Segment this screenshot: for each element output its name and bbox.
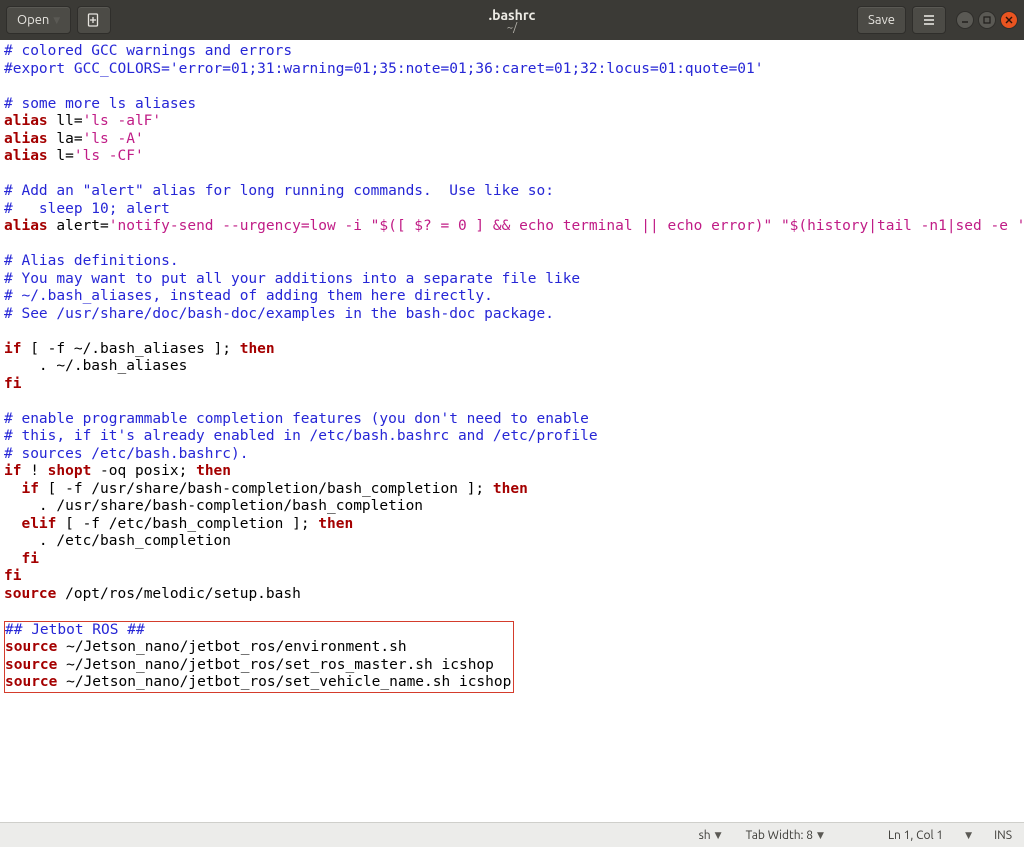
chevron-down-icon: ▼ <box>53 15 60 26</box>
open-button[interactable]: Open ▼ <box>6 6 71 34</box>
code-line: # this, if it's already enabled in /etc/… <box>4 428 598 444</box>
code-text: [ -f /usr/share/bash-completion/bash_com… <box>39 481 493 497</box>
status-bar: sh ▼ Tab Width: 8 ▼ Ln 1, Col 1 ▼ INS <box>0 822 1024 847</box>
chevron-down-icon: ▼ <box>715 830 722 841</box>
close-icon <box>1004 15 1014 25</box>
code-kw: source <box>5 639 57 655</box>
code-text: /opt/ros/melodic/setup.bash <box>56 586 300 602</box>
status-tabwidth[interactable]: Tab Width: 8 ▼ <box>736 829 834 842</box>
code-kw: shopt <box>48 463 92 479</box>
code-line: ## Jetbot ROS ## <box>5 622 145 638</box>
code-text: alert= <box>48 218 109 234</box>
code-line: # colored GCC warnings and errors <box>4 43 292 59</box>
code-indent <box>4 551 21 567</box>
minimize-icon <box>960 15 970 25</box>
code-text: ~/Jetson_nano/jetbot_ros/environment.sh <box>57 639 406 655</box>
save-button[interactable]: Save <box>857 6 906 34</box>
status-position-label: Ln 1, Col 1 <box>888 829 943 842</box>
code-kw: then <box>493 481 528 497</box>
new-tab-button[interactable] <box>77 6 111 34</box>
code-text: [ -f /etc/bash_completion ]; <box>56 516 318 532</box>
code-text: l= <box>48 148 74 164</box>
code-line: # See /usr/share/doc/bash-doc/examples i… <box>4 306 554 322</box>
code-kw: if <box>4 463 21 479</box>
code-line: 'error=01;31:warning=01;35:note=01;36:ca… <box>170 61 764 77</box>
code-kw: fi <box>4 376 21 392</box>
code-text: . ~/.bash_aliases <box>4 358 187 374</box>
code-str: 'ls -CF' <box>74 148 144 164</box>
code-kw: alias <box>4 148 48 164</box>
status-insert-label: INS <box>994 829 1012 842</box>
status-tabwidth-label: Tab Width: 8 <box>746 829 813 842</box>
code-text: ~/Jetson_nano/jetbot_ros/set_vehicle_nam… <box>57 674 511 690</box>
code-text: ll= <box>48 113 83 129</box>
code-kw: then <box>196 463 231 479</box>
window-close-button[interactable] <box>1000 11 1018 29</box>
code-indent <box>4 481 21 497</box>
code-line: #export GCC_COLORS= <box>4 61 170 77</box>
status-cursor-position[interactable]: Ln 1, Col 1 <box>878 829 953 842</box>
chevron-down-icon: ▼ <box>817 830 824 841</box>
window-minimize-button[interactable] <box>956 11 974 29</box>
code-kw: source <box>5 674 57 690</box>
editor-area[interactable]: # colored GCC warnings and errors #expor… <box>0 40 1024 820</box>
code-indent <box>4 516 21 532</box>
code-line: # some more ls aliases <box>4 96 196 112</box>
title-bar: Open ▼ .bashrc ~/ Save <box>0 0 1024 40</box>
code-text: -oq posix; <box>91 463 196 479</box>
code-line: # enable programmable completion feature… <box>4 411 589 427</box>
status-language[interactable]: sh ▼ <box>689 829 732 842</box>
code-str: 'ls -alF' <box>83 113 162 129</box>
status-language-label: sh <box>699 829 711 842</box>
code-kw: alias <box>4 113 48 129</box>
code-line: # ~/.bash_aliases, instead of adding the… <box>4 288 493 304</box>
code-kw: source <box>5 657 57 673</box>
code-str: 'ls -A' <box>83 131 144 147</box>
code-text: [ -f ~/.bash_aliases ]; <box>21 341 239 357</box>
code-line: # Add an "alert" alias for long running … <box>4 183 554 199</box>
code-kw: fi <box>21 551 38 567</box>
code-kw: then <box>240 341 275 357</box>
window-controls <box>956 11 1018 29</box>
code-text: . /usr/share/bash-completion/bash_comple… <box>4 498 423 514</box>
code-text: . /etc/bash_completion <box>4 533 231 549</box>
chevron-down-icon[interactable]: ▼ <box>957 830 980 841</box>
code-text: la= <box>48 131 83 147</box>
code-text: ~/Jetson_nano/jetbot_ros/set_ros_master.… <box>57 657 494 673</box>
open-button-label: Open <box>17 13 49 27</box>
code-kw: alias <box>4 131 48 147</box>
status-insert-mode[interactable]: INS <box>984 829 1016 842</box>
code-kw: if <box>21 481 38 497</box>
code-kw: elif <box>21 516 56 532</box>
hamburger-menu-button[interactable] <box>912 6 946 34</box>
new-document-icon <box>86 12 102 28</box>
maximize-icon <box>982 15 992 25</box>
code-line: # sleep 10; alert <box>4 201 170 217</box>
code-kw: then <box>318 516 353 532</box>
code-kw: fi <box>4 568 21 584</box>
code-line: # Alias definitions. <box>4 253 179 269</box>
code-kw: alias <box>4 218 48 234</box>
code-text: ! <box>21 463 47 479</box>
window-maximize-button[interactable] <box>978 11 996 29</box>
hamburger-icon <box>921 12 937 28</box>
code-str: 'notify-send --urgency=low -i "$([ $? = … <box>109 218 1024 234</box>
code-kw: source <box>4 586 56 602</box>
save-button-label: Save <box>868 13 895 27</box>
code-line: # sources /etc/bash.bashrc). <box>4 446 248 462</box>
code-kw: if <box>4 341 21 357</box>
highlighted-block: ## Jetbot ROS ## source ~/Jetson_nano/je… <box>4 621 514 693</box>
code-line: # You may want to put all your additions… <box>4 271 580 287</box>
